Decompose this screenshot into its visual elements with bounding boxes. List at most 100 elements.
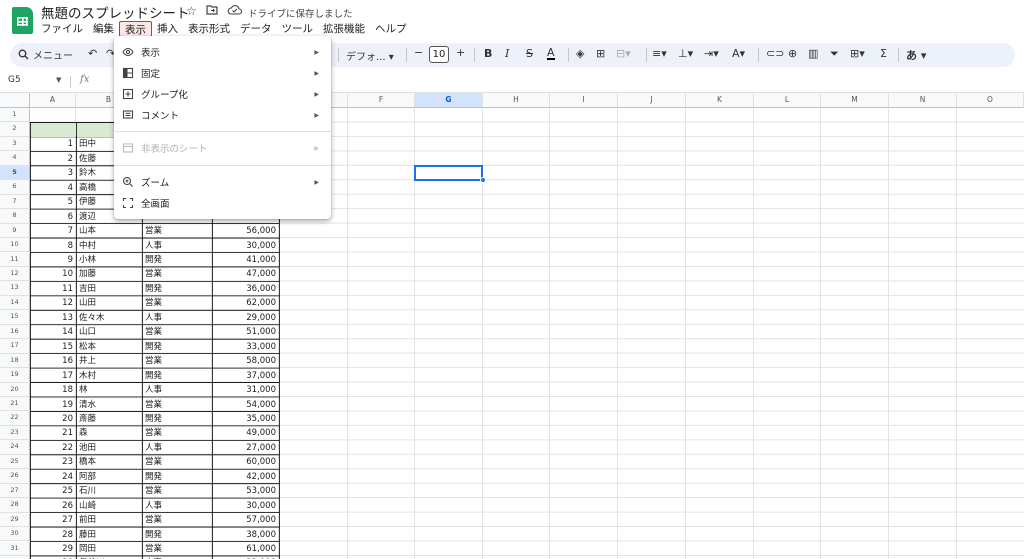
table-cell[interactable]: 49,000 — [213, 426, 278, 440]
table-cell[interactable]: 57,000 — [213, 513, 278, 527]
table-cell[interactable]: 61,000 — [213, 542, 278, 556]
table-cell[interactable]: 18 — [31, 383, 75, 397]
table-cell[interactable]: 4 — [31, 181, 75, 195]
table-header-no[interactable] — [31, 122, 76, 137]
row-header-7[interactable]: 7 — [0, 194, 30, 210]
table-cell[interactable]: 橋本 — [77, 455, 141, 469]
table-cell[interactable]: 7 — [31, 224, 75, 238]
table-cell[interactable]: 20 — [31, 412, 75, 426]
table-cell[interactable]: 41,000 — [213, 253, 278, 267]
row-header-6[interactable]: 6 — [0, 180, 30, 195]
table-cell[interactable]: 営業 — [143, 354, 211, 368]
table-cell[interactable]: 人事 — [143, 239, 211, 253]
table-cell[interactable]: 27 — [31, 513, 75, 527]
input-tools-button[interactable]: あ ▾ — [906, 47, 926, 63]
table-cell[interactable]: 12 — [31, 296, 75, 310]
table-cell[interactable]: 加藤 — [77, 267, 141, 281]
column-header-A[interactable]: A — [30, 93, 76, 108]
table-cell[interactable]: 47,000 — [213, 267, 278, 281]
menu-6[interactable]: ツール — [277, 21, 319, 37]
row-header-1[interactable]: 1 — [0, 108, 30, 123]
menu-2[interactable]: 表示 — [119, 21, 152, 37]
table-cell[interactable]: 斎藤 — [77, 412, 141, 426]
table-cell[interactable]: 清水 — [77, 398, 141, 412]
table-cell[interactable]: 営業 — [143, 325, 211, 339]
table-cell[interactable]: 5 — [31, 195, 75, 209]
table-cell[interactable]: 井上 — [77, 354, 141, 368]
row-header-13[interactable]: 13 — [0, 281, 30, 296]
fill-color-icon[interactable]: ◈ — [576, 47, 584, 60]
column-header-O[interactable]: O — [957, 93, 1024, 108]
table-cell[interactable]: 11 — [31, 282, 75, 296]
row-header-4[interactable]: 4 — [0, 151, 30, 166]
table-cell[interactable]: 19 — [31, 398, 75, 412]
row-header-17[interactable]: 17 — [0, 339, 30, 354]
table-cell[interactable]: 53,000 — [213, 484, 278, 498]
table-cell[interactable]: 営業 — [143, 455, 211, 469]
filter-views-icon[interactable]: ⊞▾ — [850, 47, 865, 60]
table-cell[interactable]: 25 — [31, 484, 75, 498]
table-cell[interactable]: 佐々木 — [77, 311, 141, 325]
vertical-align-icon[interactable]: ⊥▾ — [678, 47, 693, 60]
text-wrap-icon[interactable]: ⇥▾ — [704, 47, 719, 60]
row-header-29[interactable]: 29 — [0, 512, 30, 528]
row-header-22[interactable]: 22 — [0, 411, 30, 426]
table-cell[interactable]: 中村 — [77, 239, 141, 253]
table-cell[interactable]: 山口 — [77, 325, 141, 339]
table-cell[interactable]: 51,000 — [213, 325, 278, 339]
table-cell[interactable]: 山本 — [77, 224, 141, 238]
italic-button[interactable]: I — [505, 47, 509, 60]
row-header-28[interactable]: 28 — [0, 498, 30, 513]
menu-4[interactable]: 表示形式 — [183, 21, 235, 37]
table-cell[interactable]: 吉田 — [77, 282, 141, 296]
table-cell[interactable]: 営業 — [143, 513, 211, 527]
table-cell[interactable]: 37,000 — [213, 369, 278, 383]
view-menu-item-0[interactable]: 表示 ▶ — [114, 42, 331, 62]
column-header-I[interactable]: I — [550, 93, 618, 108]
row-header-18[interactable]: 18 — [0, 353, 30, 369]
row-header-8[interactable]: 8 — [0, 209, 30, 224]
name-box[interactable]: G5 — [8, 75, 21, 85]
table-cell[interactable]: 13 — [31, 311, 75, 325]
row-header-10[interactable]: 10 — [0, 238, 30, 253]
filter-icon[interactable]: ⏷ — [830, 47, 839, 61]
move-folder-icon[interactable] — [206, 4, 218, 18]
font-size-increase-button[interactable]: + — [456, 46, 465, 59]
star-icon[interactable]: ☆ — [186, 4, 197, 18]
table-cell[interactable]: 62,000 — [213, 296, 278, 310]
table-cell[interactable]: 56,000 — [213, 224, 278, 238]
font-size-decrease-button[interactable]: − — [414, 46, 423, 59]
row-header-19[interactable]: 19 — [0, 368, 30, 383]
table-cell[interactable]: 9 — [31, 253, 75, 267]
column-header-J[interactable]: J — [618, 93, 686, 108]
table-cell[interactable]: 営業 — [143, 542, 211, 556]
table-cell[interactable]: 人事 — [143, 383, 211, 397]
row-header-20[interactable]: 20 — [0, 382, 30, 397]
row-header-21[interactable]: 21 — [0, 397, 30, 412]
font-family-select[interactable]: デフォ... ▾ — [346, 48, 394, 63]
table-cell[interactable]: 山田 — [77, 296, 141, 310]
table-cell[interactable]: 30,000 — [213, 499, 278, 513]
table-cell[interactable]: 6 — [31, 210, 75, 224]
table-cell[interactable]: 1 — [31, 137, 75, 151]
column-header-G[interactable]: G — [415, 93, 483, 108]
table-cell[interactable]: 29 — [31, 542, 75, 556]
table-cell[interactable]: 営業 — [143, 224, 211, 238]
column-header-N[interactable]: N — [889, 93, 957, 108]
view-menu-item-1[interactable]: 固定 ▶ — [114, 63, 331, 83]
select-all-corner[interactable] — [0, 93, 30, 108]
table-cell[interactable]: 10 — [31, 267, 75, 281]
menu-1[interactable]: 編集 — [88, 21, 119, 37]
table-cell[interactable]: 営業 — [143, 426, 211, 440]
row-header-15[interactable]: 15 — [0, 310, 30, 325]
column-header-K[interactable]: K — [686, 93, 754, 108]
view-menu-item-2[interactable]: グループ化 ▶ — [114, 84, 331, 104]
menu-search[interactable]: メニュー — [18, 47, 73, 62]
insert-comment-icon[interactable]: ⊕ — [788, 47, 797, 60]
merge-cells-icon[interactable]: ⊟▾ — [616, 47, 631, 60]
table-cell[interactable]: 42,000 — [213, 470, 278, 484]
table-cell[interactable]: 58,000 — [213, 354, 278, 368]
menu-0[interactable]: ファイル — [36, 21, 88, 37]
table-cell[interactable]: 8 — [31, 239, 75, 253]
menu-8[interactable]: ヘルプ — [370, 21, 412, 37]
